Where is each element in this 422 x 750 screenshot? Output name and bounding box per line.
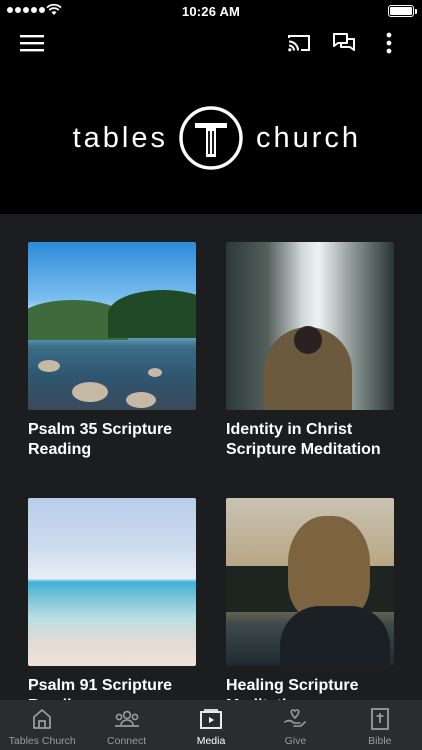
bible-icon <box>367 706 393 732</box>
tab-label: Media <box>196 735 226 747</box>
home-icon <box>29 706 55 732</box>
status-bar: 10:26 AM <box>0 0 422 22</box>
cast-icon[interactable] <box>283 27 315 59</box>
church-header: tables church <box>0 66 422 214</box>
tab-give[interactable]: Give <box>253 700 337 750</box>
tab-bar: Tables Church Connect Media Give Bible <box>0 700 422 750</box>
top-bar <box>0 22 422 66</box>
media-thumbnail[interactable] <box>28 498 196 666</box>
battery-icon <box>388 5 417 17</box>
media-title: Identity in Christ Scripture Meditation <box>226 421 381 458</box>
media-title: Psalm 35 Scripture Reading <box>28 421 173 458</box>
media-thumbnail[interactable] <box>226 242 394 410</box>
tab-tables-church[interactable]: Tables Church <box>0 700 84 750</box>
tab-label: Bible <box>368 735 392 747</box>
chat-icon[interactable] <box>328 27 360 59</box>
media-card[interactable]: Psalm 91 Scripture Reading <box>28 498 198 700</box>
church-logo-icon <box>178 105 244 171</box>
give-icon <box>282 706 308 732</box>
tab-media[interactable]: Media <box>169 700 253 750</box>
logo-text-left: tables <box>72 122 168 154</box>
tab-connect[interactable]: Connect <box>84 700 168 750</box>
media-thumbnail[interactable] <box>226 498 394 666</box>
media-thumbnail[interactable] <box>28 242 196 410</box>
media-card[interactable]: Healing Scripture Meditation <box>226 498 396 700</box>
media-icon <box>198 706 224 732</box>
media-card[interactable]: Psalm 35 Scripture Reading <box>28 242 198 460</box>
menu-icon[interactable] <box>16 27 48 59</box>
more-vert-icon[interactable] <box>373 27 405 59</box>
media-title: Psalm 91 Scripture Reading <box>28 677 173 700</box>
media-card[interactable]: Identity in Christ Scripture Meditation <box>226 242 396 460</box>
people-icon <box>114 706 140 732</box>
media-grid: Psalm 35 Scripture Reading Identity in C… <box>0 214 422 700</box>
tab-label: Tables Church <box>8 735 76 747</box>
tab-label: Give <box>284 735 307 747</box>
status-time: 10:26 AM <box>181 4 241 19</box>
tab-label: Connect <box>107 735 147 747</box>
media-title: Healing Scripture Meditation <box>226 677 359 700</box>
tab-bible[interactable]: Bible <box>338 700 422 750</box>
logo-text-right: church <box>256 122 362 154</box>
